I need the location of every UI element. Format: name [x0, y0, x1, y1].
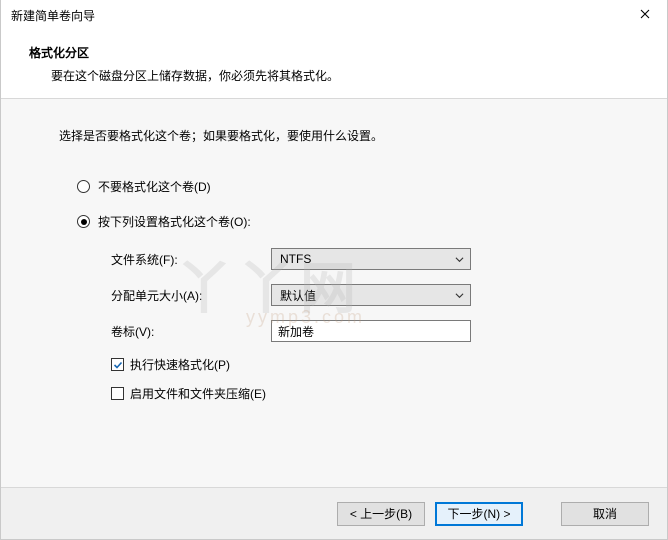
titlebar: 新建简单卷向导	[1, 0, 667, 30]
radio-icon	[77, 215, 90, 228]
allocation-row: 分配单元大小(A): 默认值	[111, 284, 635, 306]
radio-format-label: 按下列设置格式化这个卷(O):	[98, 213, 251, 230]
close-icon	[640, 8, 650, 22]
volume-label-label: 卷标(V):	[111, 323, 271, 340]
compression-checkbox[interactable]: 启用文件和文件夹压缩(E)	[59, 385, 635, 402]
compression-label: 启用文件和文件夹压缩(E)	[130, 385, 266, 402]
quick-format-checkbox[interactable]: 执行快速格式化(P)	[59, 356, 635, 373]
wizard-header: 格式化分区 要在这个磁盘分区上储存数据，你必须先将其格式化。	[1, 30, 667, 98]
format-settings-group: 文件系统(F): NTFS 分配单元大小(A): 默认值	[59, 248, 635, 342]
filesystem-row: 文件系统(F): NTFS	[111, 248, 635, 270]
allocation-select[interactable]: 默认值	[271, 284, 471, 306]
cancel-button-label: 取消	[593, 505, 617, 522]
back-button-label: < 上一步(B)	[350, 505, 412, 522]
close-button[interactable]	[622, 0, 667, 30]
next-button[interactable]: 下一步(N) >	[435, 502, 523, 526]
header-title: 格式化分区	[29, 44, 667, 61]
filesystem-select[interactable]: NTFS	[271, 248, 471, 270]
allocation-value: 默认值	[280, 287, 316, 304]
window-title: 新建简单卷向导	[11, 7, 95, 24]
volume-label-input[interactable]	[271, 320, 471, 342]
checkbox-icon	[111, 358, 124, 371]
next-button-label: 下一步(N) >	[447, 505, 510, 522]
checkbox-icon	[111, 387, 124, 400]
wizard-content: 丫丫网 yymp3.com 选择是否要格式化这个卷；如果要格式化，要使用什么设置…	[1, 99, 667, 487]
quick-format-label: 执行快速格式化(P)	[130, 356, 230, 373]
radio-format-with-settings[interactable]: 按下列设置格式化这个卷(O):	[59, 213, 635, 230]
chevron-down-icon	[455, 255, 464, 264]
radio-no-format-label: 不要格式化这个卷(D)	[98, 178, 211, 195]
radio-no-format[interactable]: 不要格式化这个卷(D)	[59, 178, 635, 195]
instruction-text: 选择是否要格式化这个卷；如果要格式化，要使用什么设置。	[59, 127, 635, 144]
radio-icon	[77, 180, 90, 193]
allocation-label: 分配单元大小(A):	[111, 287, 271, 304]
header-description: 要在这个磁盘分区上储存数据，你必须先将其格式化。	[29, 67, 667, 84]
chevron-down-icon	[455, 291, 464, 300]
wizard-window: 新建简单卷向导 格式化分区 要在这个磁盘分区上储存数据，你必须先将其格式化。 丫…	[0, 0, 668, 540]
back-button[interactable]: < 上一步(B)	[337, 502, 425, 526]
volume-label-row: 卷标(V):	[111, 320, 635, 342]
filesystem-value: NTFS	[280, 252, 311, 266]
filesystem-label: 文件系统(F):	[111, 251, 271, 268]
cancel-button[interactable]: 取消	[561, 502, 649, 526]
wizard-footer: < 上一步(B) 下一步(N) > 取消	[1, 487, 667, 539]
